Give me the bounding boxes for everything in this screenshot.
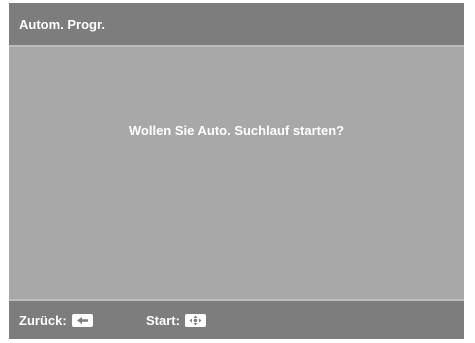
start-label: Start:	[146, 313, 180, 328]
back-label: Zurück:	[19, 313, 67, 328]
left-arrow-icon	[71, 314, 93, 327]
title-bar: Autom. Progr.	[9, 3, 464, 45]
confirmation-message: Wollen Sie Auto. Suchlauf starten?	[128, 123, 345, 138]
tv-menu-screen: Autom. Progr. Wollen Sie Auto. Suchlauf …	[9, 3, 464, 339]
menu-title: Autom. Progr.	[19, 17, 105, 32]
footer-bar: Zurück: Start:	[9, 301, 464, 339]
back-hint[interactable]: Zurück:	[19, 313, 93, 328]
dialog-content: Wollen Sie Auto. Suchlauf starten?	[9, 47, 464, 299]
joystick-center-icon	[184, 314, 206, 327]
start-hint[interactable]: Start:	[146, 313, 206, 328]
